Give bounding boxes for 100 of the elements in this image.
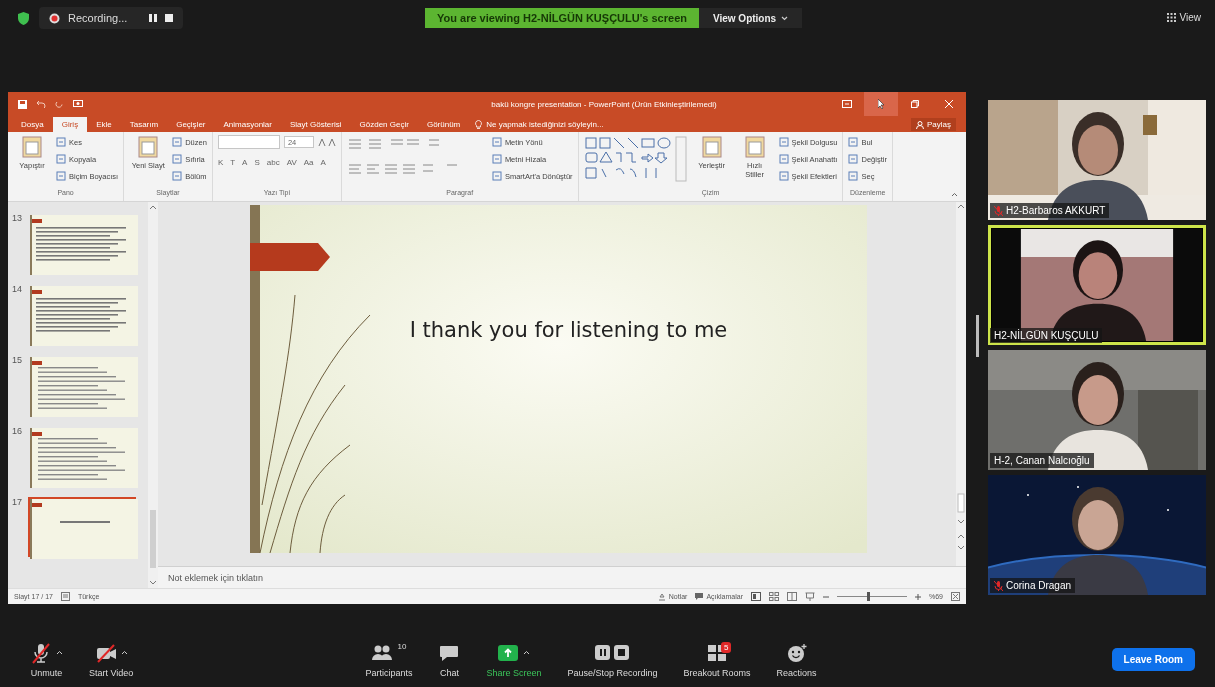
presentation-icon[interactable] <box>73 99 83 109</box>
slide-thumbnail[interactable] <box>28 213 136 273</box>
tool-icon <box>136 135 161 159</box>
tool-icon <box>172 154 183 164</box>
tool-icon <box>848 171 859 181</box>
ribbon-tab[interactable]: Görünüm <box>417 117 470 132</box>
format-button[interactable]: abc <box>266 158 280 167</box>
slide-thumbnail[interactable] <box>28 497 136 557</box>
tool-icon <box>56 171 66 181</box>
record-dot-icon <box>49 12 60 24</box>
count-badge: 5 <box>721 641 732 653</box>
leave-button[interactable]: Leave Room <box>1111 648 1195 671</box>
zoom-in-icon[interactable] <box>915 593 921 600</box>
tool-icon <box>778 154 789 164</box>
zoom-out-icon[interactable] <box>823 593 829 600</box>
participant-count: 10 <box>397 641 407 651</box>
slide-number: 14 <box>12 284 23 296</box>
format-button[interactable]: Aa <box>303 158 314 167</box>
ribbon-tab[interactable]: Gözden Geçir <box>350 117 418 132</box>
ribbon-tab[interactable]: Tasarım <box>120 117 168 132</box>
lightbulb-icon <box>475 120 483 129</box>
format-button[interactable]: T <box>230 158 236 167</box>
recording-label: Recording... <box>68 12 128 24</box>
undo-icon[interactable] <box>36 100 46 108</box>
format-button[interactable]: S <box>254 158 260 167</box>
ribbon-tab[interactable]: Dosya <box>12 117 53 132</box>
format-button[interactable]: A <box>320 158 326 167</box>
ribbon-tab[interactable]: Geçişler <box>167 117 215 132</box>
smiley-icon <box>785 641 808 664</box>
minimize-button[interactable] <box>864 92 898 116</box>
tool-icon <box>778 171 789 181</box>
slide-thumbnail[interactable] <box>28 355 136 415</box>
normal-view-icon[interactable] <box>751 592 761 601</box>
ribbon-tab[interactable]: Giriş <box>52 117 88 132</box>
toolbar-button[interactable]: Unmute <box>24 641 69 678</box>
view-button[interactable]: View <box>1160 11 1207 24</box>
caret-icon[interactable] <box>120 650 128 655</box>
slide-thumbnail[interactable] <box>28 426 136 486</box>
tell-me-field[interactable]: Ne yapmak istediğinizi söyleyin... <box>486 120 604 129</box>
save-icon[interactable] <box>18 99 27 109</box>
tool-icon <box>172 137 183 147</box>
ribbon-tab[interactable]: Ekle <box>87 117 121 132</box>
toolbar-button[interactable]: Reactions <box>770 641 823 678</box>
font-name-field[interactable] <box>217 135 280 149</box>
slider-thumb[interactable] <box>867 592 871 601</box>
slide-number: 16 <box>12 426 23 438</box>
collapse-icon[interactable] <box>951 192 958 197</box>
tool-icon <box>20 135 44 159</box>
participant-name: H-2, Canan Nalcıoğlu <box>994 455 1090 466</box>
toolbar-button[interactable]: Start Video <box>83 641 140 678</box>
toolbar-button[interactable]: Chat <box>432 641 467 678</box>
tool-icon <box>172 171 183 181</box>
ribbon-tab[interactable]: Slayt Gösterisi <box>280 117 351 132</box>
tool-icon <box>56 154 66 164</box>
shapes-gallery[interactable] <box>583 135 688 183</box>
pause-icon[interactable] <box>149 14 158 22</box>
redo-icon[interactable] <box>55 99 64 109</box>
notes-field[interactable]: Not eklemek için tıklatın <box>158 566 966 588</box>
cursor-icon <box>877 99 885 109</box>
view-options-button[interactable]: View Options <box>698 8 803 28</box>
toolbar-button[interactable]: 5 Breakout Rooms <box>677 641 757 678</box>
muted-microphone-icon <box>30 641 52 664</box>
slide-sorter-icon[interactable] <box>769 592 779 601</box>
caret-icon[interactable] <box>56 650 63 655</box>
close-icon <box>945 100 953 108</box>
resize-handle[interactable] <box>975 315 979 357</box>
chevron-icon <box>781 15 789 21</box>
slide-title[interactable]: I thank you for listening to me <box>409 318 728 342</box>
tool-icon <box>848 137 859 147</box>
tool-icon <box>491 171 502 181</box>
slideshow-icon[interactable] <box>805 592 815 601</box>
fit-slide-icon[interactable] <box>951 592 960 601</box>
format-button[interactable]: A <box>242 158 248 167</box>
restore-icon <box>911 100 919 108</box>
shield-icon[interactable] <box>18 11 29 25</box>
share-button[interactable]: Paylaş <box>911 118 956 131</box>
tool-icon <box>742 135 767 159</box>
slide-number: 15 <box>12 355 23 367</box>
toolbar-button[interactable]: Pause/Stop Recording <box>561 641 664 678</box>
spellcheck-icon[interactable] <box>60 592 70 601</box>
scrollbar[interactable] <box>956 202 966 566</box>
reading-view-icon[interactable] <box>787 592 797 601</box>
slide-number: 17 <box>12 497 23 509</box>
tool-icon <box>848 154 859 164</box>
toolbar-button[interactable]: Share Screen <box>480 641 548 678</box>
slide-thumbnail[interactable] <box>28 284 136 344</box>
caret-icon[interactable] <box>523 650 531 655</box>
tool-icon <box>56 137 66 147</box>
comment-icon <box>695 593 704 600</box>
tool-icon <box>491 154 502 164</box>
toolbar-button[interactable]: 10 Participants <box>359 641 419 678</box>
participant-name: H2-Barbaros AKKURT <box>1006 205 1106 216</box>
window-title: bakü kongre presentation - PowerPoint (Ürün Etkinleştirilemedi) <box>490 99 718 109</box>
format-button[interactable]: AV <box>286 158 297 167</box>
sharing-banner: You are viewing H2-NİLGÜN KUŞÇULU's screen <box>425 8 699 28</box>
font-size-arrows-icon[interactable] <box>317 138 336 146</box>
ribbon-tab[interactable]: Animasyonlar <box>214 117 281 132</box>
participant-name: H2-NİLGÜN KUŞÇULU <box>994 330 1099 341</box>
format-button[interactable]: K <box>217 158 224 167</box>
stop-icon[interactable] <box>165 14 174 22</box>
